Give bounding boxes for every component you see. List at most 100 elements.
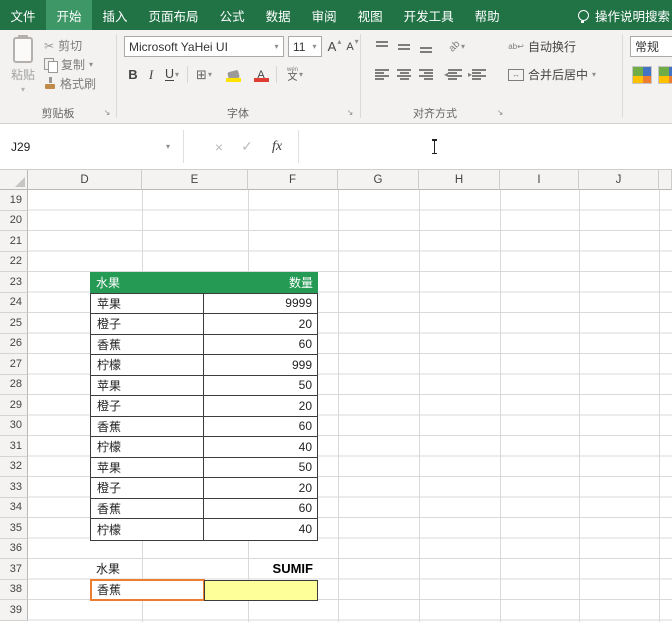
decrease-font-size-button[interactable]: A ▾ [344,36,361,57]
enter-button[interactable]: ✓ [234,124,260,169]
row-header-22[interactable]: 22 [0,252,28,273]
row-header-35[interactable]: 35 [0,518,28,539]
name-box[interactable]: J29 [0,124,158,169]
cut-button[interactable]: ✂ 剪切 [44,36,114,55]
table-row[interactable]: 橙子20 [91,314,317,335]
table-row[interactable]: 柠檬40 [91,437,317,458]
tab-review[interactable]: 审阅 [301,0,347,30]
row-header-38[interactable]: 38 [0,580,28,601]
font-size-combobox[interactable]: 11 ▾ [288,36,322,57]
alignment-dialog-launcher[interactable]: ↘ [494,106,506,118]
name-box-caret-icon[interactable]: ▾ [160,124,176,169]
format-painter-button[interactable]: 格式刷 [44,74,114,93]
wrap-text-button[interactable]: ab↩ 自动换行 [508,36,588,57]
align-center-button[interactable] [394,64,414,85]
merge-center-button[interactable]: ↔ 合并后居中 ▾ [508,64,620,85]
row-header-32[interactable]: 32 [0,457,28,478]
row-header-26[interactable]: 26 [0,334,28,355]
column-header-D[interactable]: D [28,170,142,190]
criteria-label-cell[interactable]: 水果 [90,559,204,580]
borders-button[interactable]: ⊞ ▾ [191,64,217,85]
font-color-button[interactable]: A [249,64,273,85]
table-row[interactable]: 香蕉60 [91,417,317,438]
orientation-button[interactable]: ab ▾ [442,36,472,57]
font-name-combobox[interactable]: Microsoft YaHei UI ▾ [124,36,284,57]
column-header-E[interactable]: E [142,170,248,190]
clipboard-dialog-launcher[interactable]: ↘ [101,106,113,118]
row-header-28[interactable]: 28 [0,375,28,396]
row-header-21[interactable]: 21 [0,231,28,252]
table-row[interactable]: 苹果50 [91,458,317,479]
table-row[interactable]: 柠檬40 [91,519,317,540]
align-left-button[interactable] [372,64,392,85]
table-row[interactable]: 苹果50 [91,376,317,397]
decrease-font-letter: A [346,41,353,53]
row-header-37[interactable]: 37 [0,559,28,580]
row-header-25[interactable]: 25 [0,313,28,334]
table-row[interactable]: 橙子20 [91,396,317,417]
row-header-36[interactable]: 36 [0,539,28,560]
align-bottom-button[interactable] [416,36,436,57]
tab-insert[interactable]: 插入 [92,0,138,30]
bold-button[interactable]: B [124,64,142,85]
tell-me-search[interactable]: 操作说明搜索 [578,0,672,30]
row-header-34[interactable]: 34 [0,498,28,519]
font-dialog-launcher[interactable]: ↘ [344,106,356,118]
fill-color-button[interactable] [219,64,247,85]
column-header-H[interactable]: H [419,170,500,190]
column-header-F[interactable]: F [248,170,338,190]
table-row[interactable]: 香蕉60 [91,499,317,520]
number-format-combobox[interactable]: 常规 ▾ [630,36,672,57]
decrease-indent-button[interactable]: ◂ [442,64,464,85]
criteria-cell-selected[interactable]: 香蕉 [90,579,205,602]
tab-developer[interactable]: 开发工具 [393,0,464,30]
tab-data[interactable]: 数据 [255,0,301,30]
row-header-23[interactable]: 23 [0,272,28,293]
phonetic-guide-button[interactable]: wén 文 ▾ [280,64,310,85]
insert-function-button[interactable]: fx [262,124,292,169]
row-header-39[interactable]: 39 [0,600,28,621]
enter-icon: ✓ [241,138,253,155]
row-header-24[interactable]: 24 [0,293,28,314]
align-middle-button[interactable] [394,36,414,57]
row-header-19[interactable]: 19 [0,190,28,211]
align-right-button[interactable] [416,64,436,85]
result-cell[interactable] [204,580,318,601]
tab-view[interactable]: 视图 [347,0,393,30]
number-style-icon-partial[interactable] [658,66,672,84]
tab-home[interactable]: 开始 [46,0,92,30]
row-header-27[interactable]: 27 [0,354,28,375]
row-header-30[interactable]: 30 [0,416,28,437]
column-header-partial[interactable] [659,170,672,190]
copy-button[interactable]: 复制 ▾ [44,55,114,74]
column-header-J[interactable]: J [579,170,659,190]
formula-input[interactable] [300,124,672,169]
table-row[interactable]: 香蕉60 [91,335,317,356]
fruit-table-header[interactable]: 水果 数量 [90,272,318,293]
select-all-corner[interactable] [0,170,28,190]
row-header-29[interactable]: 29 [0,395,28,416]
underline-button[interactable]: U ▾ [160,64,184,85]
cancel-button[interactable]: × [206,124,232,169]
align-top-button[interactable] [372,36,392,57]
increase-font-size-button[interactable]: A ▴ [326,36,343,57]
tab-help[interactable]: 帮助 [464,0,510,30]
column-header-G[interactable]: G [338,170,419,190]
tab-formulas[interactable]: 公式 [209,0,255,30]
align-top-icon [375,41,389,53]
bold-label: B [128,67,137,82]
increase-indent-button[interactable]: ▸ [466,64,488,85]
sumif-label-cell[interactable]: SUMIF [204,559,318,580]
paste-button[interactable]: 粘贴 ▾ [5,34,41,102]
column-header-I[interactable]: I [500,170,579,190]
number-style-icon[interactable] [632,66,652,84]
tab-page-layout[interactable]: 页面布局 [138,0,209,30]
row-header-20[interactable]: 20 [0,211,28,232]
table-row[interactable]: 柠檬999 [91,355,317,376]
italic-button[interactable]: I [143,64,159,85]
row-header-31[interactable]: 31 [0,436,28,457]
table-row[interactable]: 橙子20 [91,478,317,499]
tab-file[interactable]: 文件 [0,0,46,30]
row-header-33[interactable]: 33 [0,477,28,498]
table-row[interactable]: 苹果9999 [91,294,317,315]
